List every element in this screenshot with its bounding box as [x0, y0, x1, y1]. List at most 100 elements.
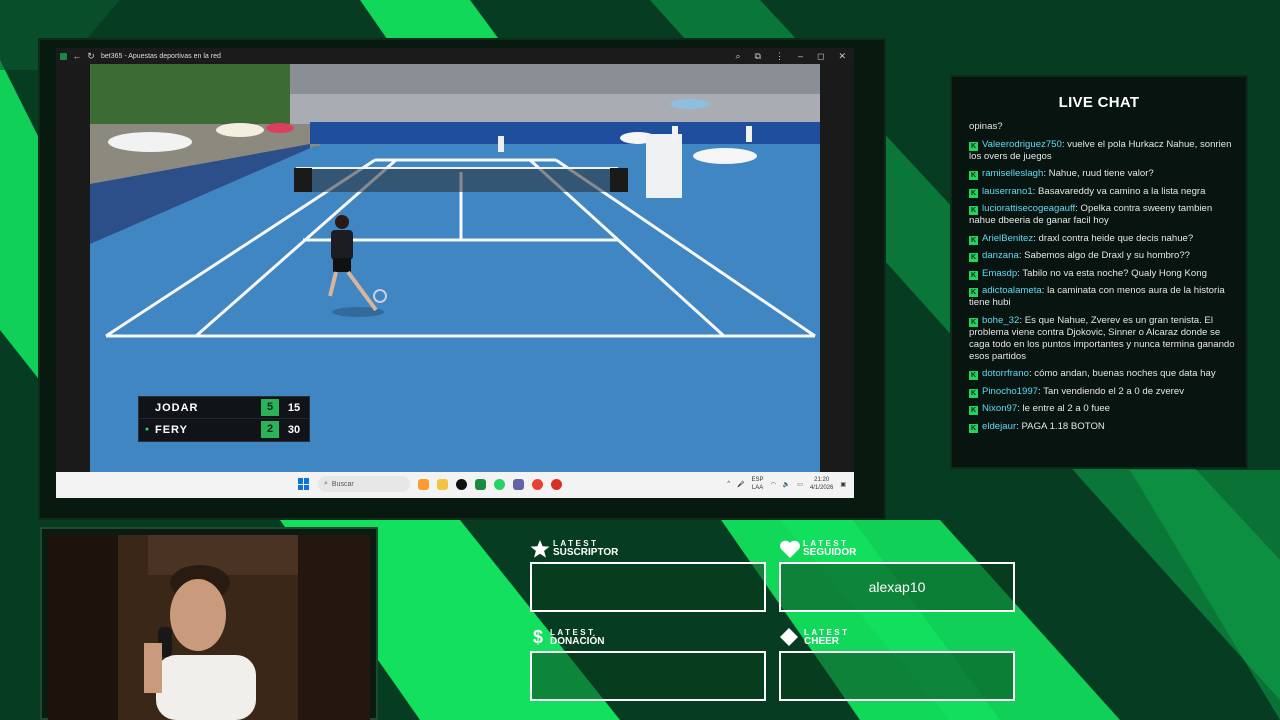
minimize-icon[interactable]: –	[798, 51, 803, 62]
live-chat-panel: LIVE CHAT opinas? K Valeerodriguez750: vu…	[950, 75, 1248, 469]
player-name: FERY	[155, 423, 188, 436]
latest-suscriptor-box	[530, 562, 766, 612]
kick-badge-icon: K	[969, 371, 978, 380]
taskbar-search-placeholder: Buscar	[331, 480, 354, 488]
reload-icon[interactable]: ↻	[87, 51, 95, 61]
browser-app-icon[interactable]	[475, 478, 486, 490]
chat-text: Nahue, ruud tiene valor?	[1048, 168, 1154, 179]
points-score: 15	[287, 401, 301, 414]
chat-username[interactable]: adictoalameta	[982, 285, 1042, 296]
teams-icon[interactable]	[513, 478, 524, 490]
start-button-icon[interactable]	[298, 478, 310, 490]
restore-icon[interactable]: ◻	[817, 51, 824, 62]
language-indicator: ESP LAA	[752, 476, 764, 492]
dollar-icon: $	[533, 627, 544, 647]
whatsapp-icon[interactable]	[494, 478, 505, 490]
chat-username[interactable]: Pinocho1997	[982, 386, 1038, 397]
chat-username[interactable]: Nixon97	[982, 403, 1017, 414]
kick-badge-icon: K	[969, 317, 978, 327]
chat-username[interactable]: lauserrano1	[982, 186, 1033, 197]
chat-username[interactable]: dotorrfrano	[982, 368, 1029, 379]
chat-text: Sabemos algo de Draxl y su hombro??	[1024, 250, 1191, 261]
chat-message-fragment: opinas?	[969, 121, 1003, 132]
chat-username[interactable]: Emasdp	[982, 268, 1017, 279]
chat-username[interactable]: bohe_32	[982, 315, 1019, 326]
search-icon: ⌕	[324, 480, 328, 487]
taskbar-search[interactable]: ⌕ Buscar	[318, 476, 410, 492]
chat-message: Kdotorrfrano: cómo andan, buenas noches …	[969, 368, 1216, 380]
system-tray: ^ 🎤 ESP LAA ◠ 🔈 ▭ 21:20 4/1/2026 ▣	[727, 476, 846, 492]
battery-icon[interactable]: ▭	[797, 481, 803, 488]
tennis-video[interactable]: JODAR 5 15 ● FERY 2 30	[90, 64, 820, 472]
latest-seguidor-label: LATEST SEGUIDOR	[803, 540, 856, 558]
latest-cheer-label: LATEST CHEER	[804, 629, 850, 647]
kick-badge-icon: K	[969, 406, 978, 415]
browser-titlebar: ← ↻ bet365 - Apuestas deportivas en la r…	[56, 48, 854, 64]
latest-cheer-box	[779, 651, 1015, 701]
chat-username[interactable]: danzana	[982, 250, 1019, 261]
chat-message: Kdanzana: Sabemos algo de Draxl y su hom…	[969, 250, 1191, 262]
chat-message: K Pinocho1997: Tan vendiendo el 2 a 0 de …	[969, 385, 1184, 398]
notification-icon[interactable]: ▣	[840, 481, 846, 488]
chat-message: K Nixon97: le entre al 2 a 0 fuee	[969, 403, 1111, 415]
chat-username[interactable]: eldejaur	[982, 421, 1016, 432]
copilot-icon[interactable]	[418, 478, 429, 490]
kick-badge-icon: K	[969, 288, 978, 297]
diamond-icon	[779, 627, 799, 652]
back-arrow-icon[interactable]: ←	[73, 51, 82, 61]
kick-badge-icon: K	[969, 188, 978, 198]
lang-code: ESP	[751, 477, 764, 483]
kick-badge-icon: K	[969, 206, 978, 215]
chat-text: Tan vendiendo el 2 a 0 de zverev	[1043, 385, 1184, 397]
chat-text: Tabilo no va esta noche? Qualy Hong Kong	[1022, 267, 1207, 279]
webcam-feed	[48, 535, 370, 720]
kick-badge-icon: K	[969, 253, 978, 262]
latest-donacion-box	[530, 651, 766, 701]
serve-indicator-icon: ●	[144, 426, 150, 433]
chat-message: Keldejaur: PAGA 1.18 BOTON	[969, 420, 1105, 433]
clock[interactable]: 21:20 4/1/2026	[810, 476, 833, 492]
chat-message: K Emasdp: Tabilo no va esta noche? Qualy …	[969, 267, 1207, 280]
chat-message-list[interactable]: opinas? K Valeerodriguez750: vuelve el po…	[969, 121, 1235, 438]
star-icon	[530, 539, 550, 564]
volume-icon[interactable]: 🔈	[783, 481, 790, 488]
chrome-icon[interactable]	[532, 478, 543, 490]
kick-badge-icon: K	[969, 171, 978, 180]
clock-date: 4/1/2026	[809, 485, 834, 491]
widget-title: DONACIÓN	[550, 636, 605, 647]
match-scoreboard: JODAR 5 15 ● FERY 2 30	[138, 396, 310, 442]
chat-username[interactable]: Valeerodriguez750	[982, 139, 1062, 150]
kick-badge-icon: K	[969, 423, 978, 433]
zoom-icon[interactable]: ⌕	[735, 51, 740, 62]
chat-username[interactable]: ramiselleslagh	[982, 168, 1043, 179]
wifi-icon[interactable]: ◠	[771, 481, 776, 488]
file-explorer-icon[interactable]	[437, 478, 448, 490]
games-score: 5	[261, 399, 279, 416]
latest-donacion-label: LATEST DONACIÓN	[550, 629, 604, 647]
media-app-icon[interactable]	[551, 478, 562, 490]
microphone-icon[interactable]: 🎤	[737, 481, 744, 488]
chat-username[interactable]: luciorattisecogeagauff	[982, 203, 1075, 214]
windows-taskbar: ⌕ Buscar ^ 🎤 ESP LAA ◠ 🔈 ▭ 21:20 4/1/2026 …	[56, 472, 854, 498]
kick-badge-icon: K	[969, 141, 978, 151]
chat-message: K Valeerodriguez750: vuelve el pola Hurka…	[969, 138, 1232, 162]
chevron-up-icon[interactable]: ^	[727, 481, 730, 487]
chat-text: PAGA 1.18 BOTON	[1021, 420, 1105, 432]
chat-message: Kadictoalameta: la caminata con menos au…	[969, 285, 1225, 308]
close-icon[interactable]: ✕	[838, 51, 846, 62]
clock-time: 21:20	[814, 477, 830, 483]
site-favicon-icon	[60, 52, 67, 60]
heart-icon	[779, 539, 801, 564]
widget-title: SUSCRIPTOR	[553, 547, 619, 558]
extensions-icon[interactable]: ⧉	[755, 51, 761, 62]
widget-title: SEGUIDOR	[803, 547, 857, 558]
widget-title: CHEER	[804, 636, 840, 647]
menu-dots-icon[interactable]: ⋮	[775, 51, 784, 62]
latest-seguidor-box: alexap10	[779, 562, 1015, 612]
tiktok-icon[interactable]	[456, 478, 467, 490]
chat-username[interactable]: ArielBenitez	[982, 233, 1033, 244]
chat-title: LIVE CHAT	[1058, 94, 1140, 111]
player-name: JODAR	[155, 401, 199, 414]
letterbox-left	[56, 64, 90, 472]
chat-text: draxl contra heide que decis nahue?	[1038, 232, 1194, 244]
